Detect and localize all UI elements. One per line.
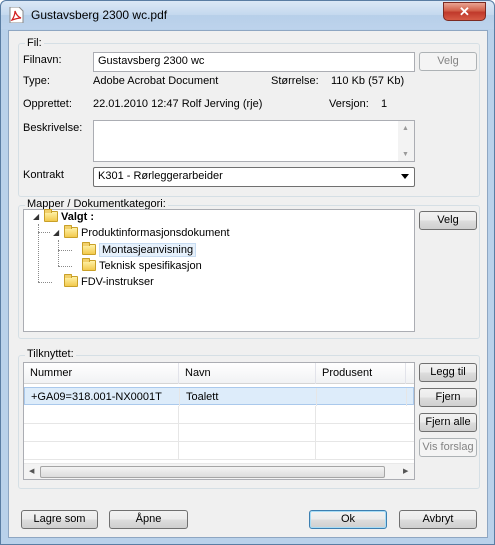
scroll-right-icon[interactable]: ▶ xyxy=(403,467,408,475)
pdf-file-icon xyxy=(9,7,24,23)
cancel-button[interactable]: Avbryt xyxy=(399,510,477,529)
file-group-label: Fil: xyxy=(25,37,44,49)
close-icon: ✕ xyxy=(459,4,470,19)
collapse-triangle-icon[interactable]: ◢ xyxy=(33,210,39,224)
contract-select[interactable]: K301 - Rørleggerarbeider xyxy=(93,167,415,187)
type-value: Adobe Acrobat Document xyxy=(93,75,219,87)
table-row[interactable]: +GA09=318.001-NX0001T Toalett xyxy=(24,387,414,406)
column-header-produsent[interactable]: Produsent xyxy=(316,363,406,384)
tree-node-selected-root[interactable]: Valgt : xyxy=(44,209,94,224)
empty-row xyxy=(24,424,414,442)
created-value: 22.01.2010 12:47 Rolf Jerving (rje) xyxy=(93,98,263,110)
collapse-triangle-icon[interactable]: ◢ xyxy=(53,226,59,240)
size-value: 110 Kb (57 Kb) xyxy=(331,75,405,87)
description-label: Beskrivelse: xyxy=(23,122,83,134)
version-label: Versjon: xyxy=(329,98,369,110)
column-header-nummer[interactable]: Nummer xyxy=(24,363,179,384)
folder-tree[interactable]: ◢ Valgt : ◢ Produktinformasjonsdokument … xyxy=(23,209,415,332)
scroll-down-icon[interactable]: ▼ xyxy=(402,151,409,158)
folder-icon xyxy=(82,258,96,271)
window-title: Gustavsberg 2300 wc.pdf xyxy=(31,8,168,22)
tree-node-produktinformasjon[interactable]: Produktinformasjonsdokument xyxy=(64,225,230,240)
linked-group-label: Tilknyttet: xyxy=(25,348,76,360)
version-value: 1 xyxy=(381,98,388,110)
filename-input[interactable]: Gustavsberg 2300 wc xyxy=(93,52,415,72)
folder-icon xyxy=(44,209,58,222)
tree-node-fdv-instrukser[interactable]: FDV-instrukser xyxy=(64,274,154,289)
suggest-button[interactable]: Vis forslag xyxy=(419,438,477,457)
scroll-thumb[interactable] xyxy=(40,466,385,478)
filename-label: Filnavn: xyxy=(23,54,62,66)
dialog-window: Gustavsberg 2300 wc.pdf ✕ Fil: Filnavn: … xyxy=(0,0,495,545)
table-horizontal-scrollbar[interactable]: ◀ ▶ xyxy=(24,463,414,479)
contract-select-value: K301 - Rørleggerarbeider xyxy=(98,170,223,182)
ok-button[interactable]: Ok xyxy=(309,510,387,529)
remove-all-button[interactable]: Fjern alle xyxy=(419,413,477,432)
table-header: Nummer Navn Produsent xyxy=(24,363,414,384)
linked-table[interactable]: Nummer Navn Produsent +GA09=318.001-NX00… xyxy=(23,362,415,480)
tree-node-montasjeanvisning[interactable]: Montasjeanvisning xyxy=(82,242,197,257)
created-label: Opprettet: xyxy=(23,98,72,110)
description-scrollbar[interactable]: ▲ ▼ xyxy=(398,121,414,161)
empty-row xyxy=(24,442,414,460)
remove-button[interactable]: Fjern xyxy=(419,388,477,407)
folder-icon xyxy=(82,242,96,255)
empty-row xyxy=(24,406,414,424)
column-header-navn[interactable]: Navn xyxy=(179,363,316,384)
description-textarea[interactable]: ▲ ▼ xyxy=(93,120,415,162)
cell-nummer: +GA09=318.001-NX0001T xyxy=(25,388,180,406)
scroll-up-icon[interactable]: ▲ xyxy=(402,125,409,132)
contract-label: Kontrakt xyxy=(23,169,64,181)
open-button[interactable]: Åpne xyxy=(109,510,188,529)
choose-folder-button[interactable]: Velg xyxy=(419,211,477,230)
tree-node-teknisk-spesifikasjon[interactable]: Teknisk spesifikasjon xyxy=(82,258,202,273)
title-bar[interactable]: Gustavsberg 2300 wc.pdf ✕ xyxy=(1,1,494,29)
dialog-body: Fil: Filnavn: Gustavsberg 2300 wc Velg T… xyxy=(8,30,488,538)
cell-navn: Toalett xyxy=(180,388,317,406)
cell-produsent xyxy=(317,388,407,406)
save-as-button[interactable]: Lagre som xyxy=(21,510,98,529)
size-label: Størrelse: xyxy=(271,75,319,87)
close-button[interactable]: ✕ xyxy=(443,2,486,21)
choose-file-button[interactable]: Velg xyxy=(419,52,477,71)
chevron-down-icon xyxy=(401,174,409,179)
add-button[interactable]: Legg til xyxy=(419,363,477,382)
scroll-left-icon[interactable]: ◀ xyxy=(29,467,34,475)
type-label: Type: xyxy=(23,75,50,87)
folder-icon xyxy=(64,274,78,287)
folder-icon xyxy=(64,225,78,238)
